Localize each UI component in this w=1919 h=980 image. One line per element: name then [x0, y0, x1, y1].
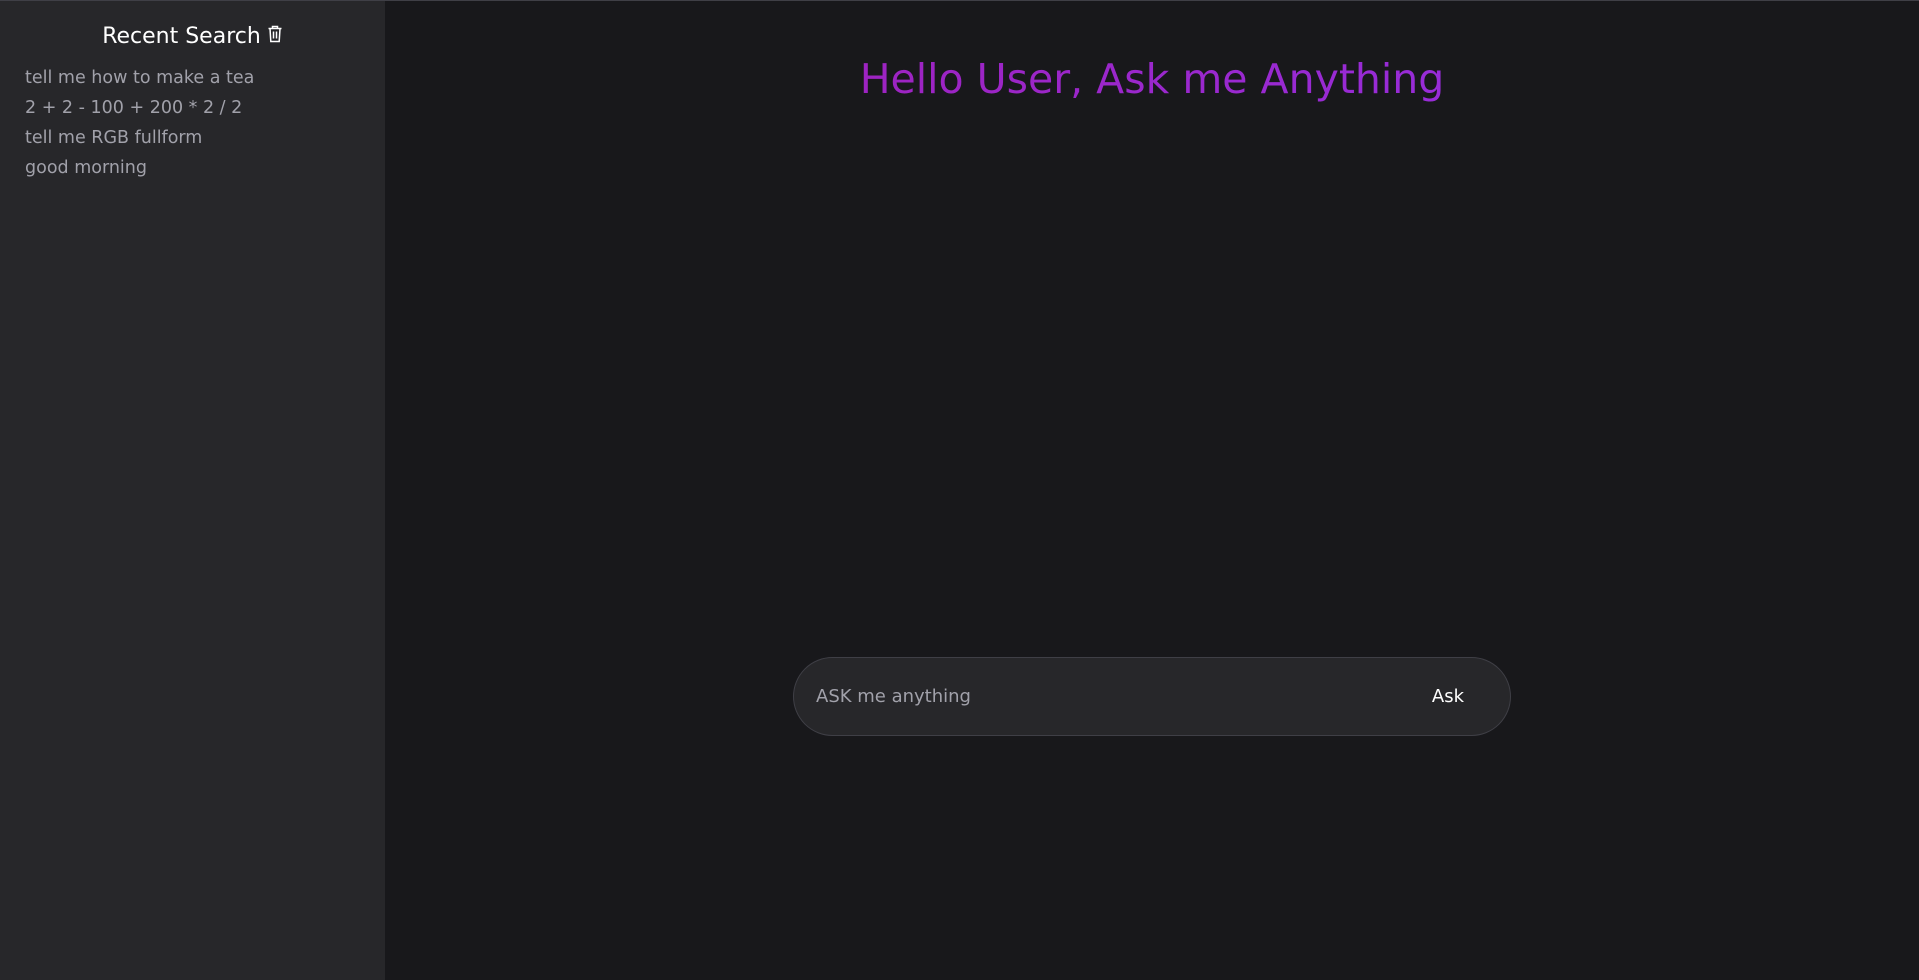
ask-input[interactable] — [814, 657, 1406, 736]
app-window: Recent Search tell me how to make a tea … — [0, 0, 1919, 980]
recent-search-list: tell me how to make a tea 2 + 2 - 100 + … — [0, 63, 385, 183]
recent-search-item[interactable]: 2 + 2 - 100 + 200 * 2 / 2 — [25, 93, 385, 123]
recent-search-item[interactable]: tell me how to make a tea — [25, 63, 385, 93]
recent-search-item[interactable]: good morning — [25, 153, 385, 183]
ask-button[interactable]: Ask — [1406, 678, 1490, 715]
main-panel: Hello User, Ask me Anything Ask — [385, 1, 1919, 980]
ask-bar: Ask — [793, 657, 1511, 736]
greeting-heading: Hello User, Ask me Anything — [385, 51, 1919, 107]
sidebar-title: Recent Search — [102, 23, 261, 49]
recent-search-item[interactable]: tell me RGB fullform — [25, 123, 385, 153]
trash-icon[interactable] — [267, 25, 283, 43]
sidebar-header: Recent Search — [0, 21, 385, 51]
sidebar: Recent Search tell me how to make a tea … — [0, 1, 385, 980]
